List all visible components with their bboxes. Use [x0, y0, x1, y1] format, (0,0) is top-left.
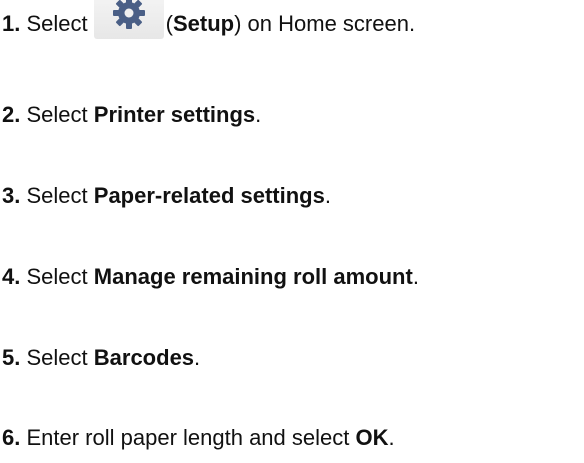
- step-4: 4. Select Manage remaining roll amount.: [2, 262, 419, 292]
- step-number: 2.: [2, 102, 21, 127]
- setup-icon-tile: [93, 0, 164, 39]
- step-text: Select: [26, 183, 88, 208]
- step-text-after: .: [255, 102, 262, 127]
- step-number: 5.: [2, 345, 21, 370]
- step-3: 3. Select Paper-related settings.: [2, 181, 331, 211]
- step-bold-text: Manage remaining roll amount: [93, 264, 413, 289]
- step-text: Select: [26, 102, 88, 127]
- step-text: Select: [26, 264, 88, 289]
- step-text-after: .: [194, 345, 201, 370]
- step-bold-text: OK: [355, 425, 389, 450]
- step-bold-text: Printer settings: [93, 102, 256, 127]
- step-text: Enter roll paper length and select: [26, 425, 350, 450]
- step-bold-text: Paper-related settings: [93, 183, 325, 208]
- step-1: 1. Select (Setup) on Home screen.: [2, 0, 416, 39]
- step-bold-text: Barcodes: [93, 345, 195, 370]
- step-text-after: .: [412, 264, 419, 289]
- step-number: 3.: [2, 183, 21, 208]
- step-6: 6. Enter roll paper length and select OK…: [2, 423, 395, 453]
- step-number: 6.: [2, 425, 21, 450]
- step-number: 1.: [2, 11, 21, 36]
- step-text-after: .: [324, 183, 331, 208]
- step-bold-text: Setup: [172, 11, 235, 36]
- step-text: Select: [26, 345, 88, 370]
- gear-icon: [112, 0, 145, 29]
- instruction-steps: 1. Select (Setup) on Home screen. 2. Sel…: [0, 0, 584, 463]
- step-2: 2. Select Printer settings.: [2, 100, 261, 130]
- step-text-after: ) on Home screen.: [234, 11, 416, 36]
- step-number: 4.: [2, 264, 21, 289]
- step-text-after: .: [388, 425, 395, 450]
- step-text: Select: [26, 11, 88, 36]
- step-5: 5. Select Barcodes.: [2, 343, 200, 373]
